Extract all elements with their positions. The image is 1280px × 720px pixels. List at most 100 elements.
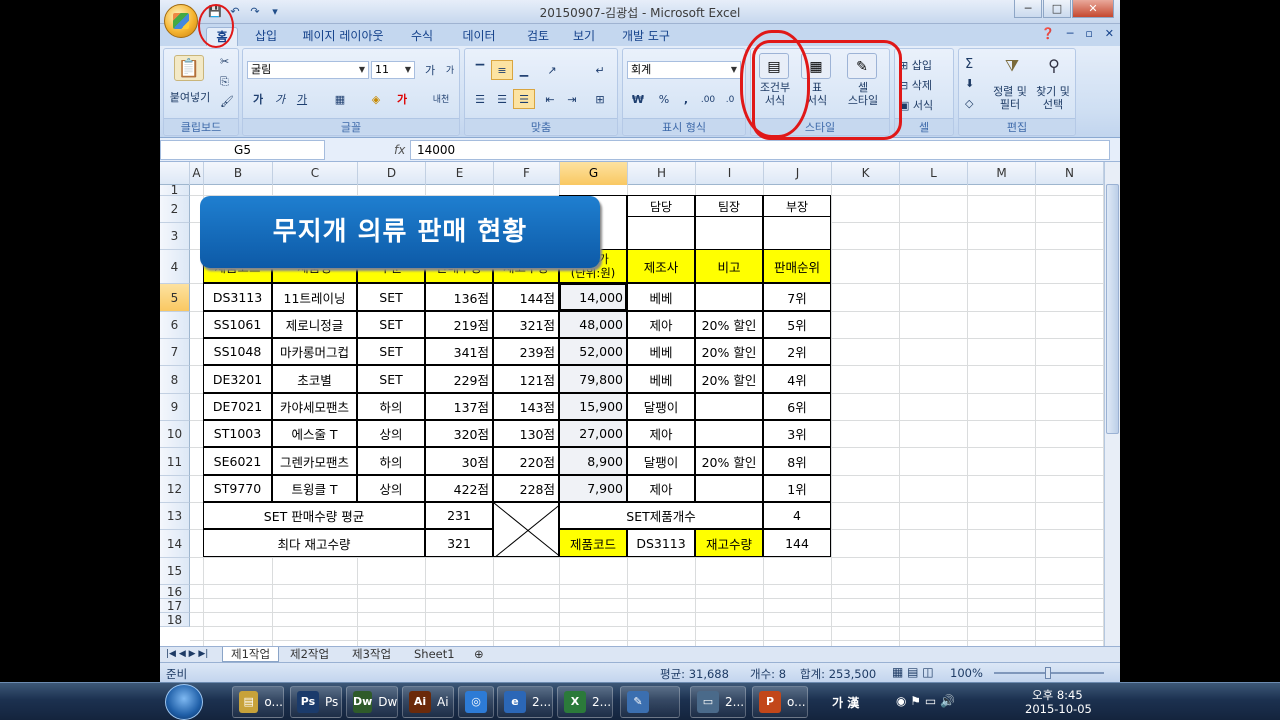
increase-indent-icon[interactable]: ⇥ xyxy=(561,89,583,109)
column-header-B[interactable]: B xyxy=(204,162,273,185)
data-cell-6-2[interactable]: SET xyxy=(357,311,425,338)
start-button[interactable] xyxy=(165,684,203,720)
data-cell-6-1[interactable]: 제로니정글 xyxy=(272,311,357,338)
title-banner[interactable]: 무지개 의류 판매 현황 xyxy=(200,196,600,268)
approval-header-0[interactable]: 담당 xyxy=(627,195,695,217)
row-header-3[interactable]: 3 xyxy=(160,223,190,250)
summary-crossed-cell[interactable] xyxy=(493,502,559,557)
data-cell-7-8[interactable]: 2위 xyxy=(763,338,831,365)
data-cell-7-6[interactable]: 베베 xyxy=(627,338,695,365)
clock-time[interactable]: 오후 8:45 xyxy=(1032,687,1083,703)
summary-stock-label[interactable]: 재고수량 xyxy=(695,529,763,557)
data-cell-8-3[interactable]: 229점 xyxy=(425,365,493,393)
align-right-icon[interactable]: ☰ xyxy=(513,89,535,109)
summary-avg-label[interactable]: SET 판매수량 평균 xyxy=(203,502,425,529)
row-header-11[interactable]: 11 xyxy=(160,448,190,476)
tab-formulas[interactable]: 수식 xyxy=(404,27,440,46)
cut-icon[interactable]: ✂ xyxy=(220,55,229,68)
summary-count-label[interactable]: SET제품개수 xyxy=(559,502,763,529)
new-sheet-icon[interactable]: ⊕ xyxy=(466,647,492,662)
maximize-button[interactable]: □ xyxy=(1043,0,1071,18)
summary-code-value[interactable]: DS3113 xyxy=(627,529,695,557)
data-cell-8-8[interactable]: 4위 xyxy=(763,365,831,393)
column-header-A[interactable]: A xyxy=(190,162,204,185)
summary-code-label[interactable]: 제품코드 xyxy=(559,529,627,557)
data-cell-10-1[interactable]: 에스줄 T xyxy=(272,420,357,447)
summary-avg-value[interactable]: 231 xyxy=(425,502,493,529)
data-cell-9-7[interactable] xyxy=(695,393,763,420)
data-cell-10-6[interactable]: 제아 xyxy=(627,420,695,447)
currency-button[interactable]: ₩ xyxy=(627,89,649,109)
paste-button[interactable]: 붙여넣기 xyxy=(168,89,212,105)
data-cell-6-0[interactable]: SS1061 xyxy=(203,311,272,338)
data-cell-9-5[interactable]: 15,900 xyxy=(559,393,627,420)
mdi-restore-button[interactable]: ▫ xyxy=(1085,27,1092,40)
column-header-N[interactable]: N xyxy=(1036,162,1104,185)
data-cell-7-4[interactable]: 239점 xyxy=(493,338,559,365)
data-cell-6-4[interactable]: 321점 xyxy=(493,311,559,338)
wrap-text-icon[interactable]: ↵ xyxy=(589,60,611,80)
sort-filter-button[interactable]: 정렬 및 필터 xyxy=(989,85,1031,111)
font-size-select[interactable]: 11 ▼ xyxy=(371,61,415,79)
data-cell-9-8[interactable]: 6위 xyxy=(763,393,831,420)
vertical-scrollbar[interactable] xyxy=(1104,162,1120,646)
fill-color-icon[interactable]: ◈ xyxy=(365,89,387,109)
cell-styles-button[interactable]: 셀 스타일 xyxy=(841,81,885,107)
data-cell-11-8[interactable]: 8위 xyxy=(763,447,831,475)
data-cell-10-2[interactable]: 상의 xyxy=(357,420,425,447)
data-cell-12-4[interactable]: 228점 xyxy=(493,475,559,502)
data-cell-11-1[interactable]: 그렌카모팬츠 xyxy=(272,447,357,475)
fill-icon[interactable]: ⬇ xyxy=(965,77,974,90)
data-cell-12-8[interactable]: 1위 xyxy=(763,475,831,502)
summary-max-label[interactable]: 최다 재고수량 xyxy=(203,529,425,557)
increase-decimal-button[interactable]: .00 xyxy=(697,89,719,109)
data-cell-9-6[interactable]: 달팽이 xyxy=(627,393,695,420)
row-header-2[interactable]: 2 xyxy=(160,196,190,223)
row-header-15[interactable]: 15 xyxy=(160,558,190,585)
data-cell-8-2[interactable]: SET xyxy=(357,365,425,393)
row-header-6[interactable]: 6 xyxy=(160,312,190,339)
row-header-16[interactable]: 16 xyxy=(160,585,190,599)
row-header-1[interactable]: 1 xyxy=(160,184,190,196)
percent-button[interactable]: % xyxy=(653,89,675,109)
undo-icon[interactable]: ↶ xyxy=(226,4,244,20)
table-header-7[interactable]: 비고 xyxy=(695,249,763,283)
conditional-format-button[interactable]: 조건부 서식 xyxy=(755,81,795,107)
grow-font-button[interactable]: 가 xyxy=(419,60,441,80)
select-all-corner[interactable] xyxy=(160,162,190,185)
column-header-L[interactable]: L xyxy=(900,162,968,185)
data-cell-6-8[interactable]: 5위 xyxy=(763,311,831,338)
column-header-C[interactable]: C xyxy=(273,162,358,185)
column-header-J[interactable]: J xyxy=(764,162,832,185)
data-cell-5-1[interactable]: 11트레이닝 xyxy=(272,283,357,311)
data-cell-6-3[interactable]: 219점 xyxy=(425,311,493,338)
font-color-button[interactable]: 가 xyxy=(391,89,413,109)
taskbar-item-1[interactable]: Ps Ps xyxy=(290,686,342,718)
row-header-7[interactable]: 7 xyxy=(160,339,190,366)
mdi-minimize-button[interactable]: ─ xyxy=(1067,27,1074,40)
comma-button[interactable]: , xyxy=(675,89,697,109)
approval-header-1[interactable]: 팀장 xyxy=(695,195,763,217)
taskbar-item-3[interactable]: Ai Ai xyxy=(402,686,454,718)
data-cell-11-6[interactable]: 달팽이 xyxy=(627,447,695,475)
save-icon[interactable]: 💾 xyxy=(206,4,224,20)
align-center-icon[interactable]: ☰ xyxy=(491,89,513,109)
data-cell-9-3[interactable]: 137점 xyxy=(425,393,493,420)
tab-insert[interactable]: 삽입 xyxy=(248,27,284,46)
align-left-icon[interactable]: ☰ xyxy=(469,89,491,109)
scroll-thumb[interactable] xyxy=(1106,184,1119,434)
format-as-table-button[interactable]: 표 서식 xyxy=(797,81,837,107)
data-cell-7-7[interactable]: 20% 할인 xyxy=(695,338,763,365)
zoom-slider[interactable] xyxy=(994,667,1104,679)
column-header-F[interactable]: F xyxy=(494,162,560,185)
table-header-6[interactable]: 제조사 xyxy=(627,249,695,283)
taskbar-item-2[interactable]: Dw Dw xyxy=(346,686,398,718)
taskbar-item-8[interactable]: ▭ 2... xyxy=(690,686,746,718)
data-cell-12-6[interactable]: 제아 xyxy=(627,475,695,502)
data-cell-10-7[interactable] xyxy=(695,420,763,447)
approval-header-2[interactable]: 부장 xyxy=(763,195,831,217)
data-cell-11-0[interactable]: SE6021 xyxy=(203,447,272,475)
data-cell-8-5[interactable]: 79,800 xyxy=(559,365,627,393)
format-as-table-icon[interactable]: ▦ xyxy=(801,53,831,79)
data-cell-9-0[interactable]: DE7021 xyxy=(203,393,272,420)
